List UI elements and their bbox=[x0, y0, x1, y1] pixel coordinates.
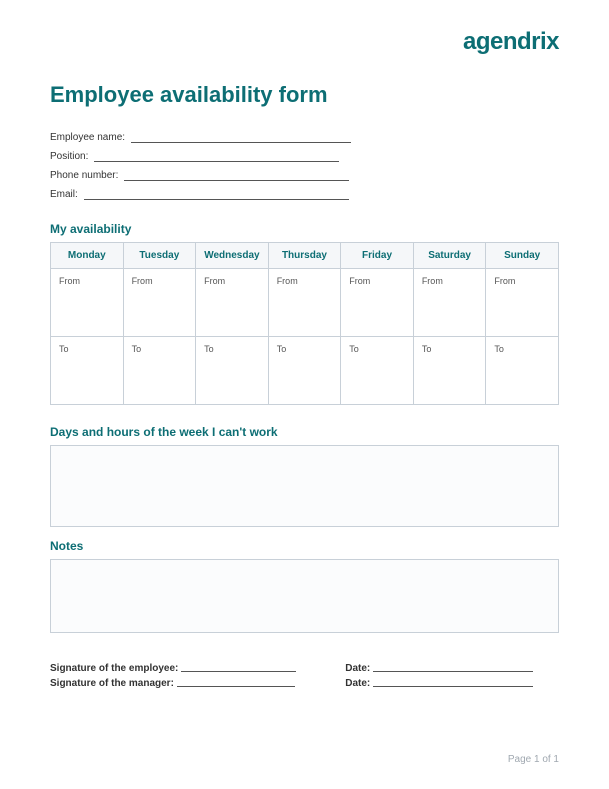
day-header-tuesday: Tuesday bbox=[123, 243, 196, 269]
from-cell[interactable]: From bbox=[413, 269, 486, 337]
employee-name-label: Employee name: bbox=[50, 132, 125, 143]
to-cell[interactable]: To bbox=[196, 337, 269, 405]
date-label-2: Date: bbox=[345, 678, 370, 689]
to-cell[interactable]: To bbox=[341, 337, 414, 405]
form-title: Employee availability form bbox=[50, 82, 559, 108]
from-row: From From From From From From From bbox=[51, 269, 559, 337]
availability-table: Monday Tuesday Wednesday Thursday Friday… bbox=[50, 242, 559, 405]
phone-number-label: Phone number: bbox=[50, 170, 118, 181]
from-cell[interactable]: From bbox=[341, 269, 414, 337]
email-field[interactable]: Email: bbox=[50, 187, 559, 202]
date-field-2[interactable]: Date: bbox=[345, 678, 559, 689]
from-cell[interactable]: From bbox=[268, 269, 341, 337]
employee-name-field[interactable]: Employee name: bbox=[50, 130, 559, 145]
date-field-1[interactable]: Date: bbox=[345, 663, 559, 674]
phone-number-line[interactable] bbox=[124, 180, 349, 181]
cant-work-section-header: Days and hours of the week I can't work bbox=[50, 425, 559, 439]
date-line-2[interactable] bbox=[373, 686, 533, 687]
employee-signature-line[interactable] bbox=[181, 671, 296, 672]
from-cell[interactable]: From bbox=[486, 269, 559, 337]
day-header-wednesday: Wednesday bbox=[196, 243, 269, 269]
manager-signature-label: Signature of the manager: bbox=[50, 678, 174, 689]
employee-signature-label: Signature of the employee: bbox=[50, 663, 178, 674]
day-header-saturday: Saturday bbox=[413, 243, 486, 269]
date-label-1: Date: bbox=[345, 663, 370, 674]
from-cell[interactable]: From bbox=[123, 269, 196, 337]
employee-signature-field[interactable]: Signature of the employee: bbox=[50, 663, 345, 674]
notes-textbox[interactable] bbox=[50, 559, 559, 633]
from-cell[interactable]: From bbox=[51, 269, 124, 337]
from-cell[interactable]: From bbox=[196, 269, 269, 337]
to-cell[interactable]: To bbox=[123, 337, 196, 405]
signature-row-1: Signature of the employee: Date: bbox=[50, 663, 559, 674]
to-cell[interactable]: To bbox=[486, 337, 559, 405]
day-header-monday: Monday bbox=[51, 243, 124, 269]
cant-work-textbox[interactable] bbox=[50, 445, 559, 527]
employee-name-line[interactable] bbox=[131, 142, 351, 143]
signature-row-2: Signature of the manager: Date: bbox=[50, 678, 559, 689]
day-header-sunday: Sunday bbox=[486, 243, 559, 269]
position-line[interactable] bbox=[94, 161, 339, 162]
email-line[interactable] bbox=[84, 199, 349, 200]
position-field[interactable]: Position: bbox=[50, 149, 559, 164]
brand-logo: agendrix bbox=[463, 28, 559, 56]
email-label: Email: bbox=[50, 189, 78, 200]
table-header-row: Monday Tuesday Wednesday Thursday Friday… bbox=[51, 243, 559, 269]
manager-signature-line[interactable] bbox=[177, 686, 295, 687]
day-header-thursday: Thursday bbox=[268, 243, 341, 269]
date-line-1[interactable] bbox=[373, 671, 533, 672]
position-label: Position: bbox=[50, 151, 88, 162]
to-cell[interactable]: To bbox=[268, 337, 341, 405]
availability-section-header: My availability bbox=[50, 222, 559, 236]
to-cell[interactable]: To bbox=[51, 337, 124, 405]
day-header-friday: Friday bbox=[341, 243, 414, 269]
to-cell[interactable]: To bbox=[413, 337, 486, 405]
to-row: To To To To To To To bbox=[51, 337, 559, 405]
page-footer: Page 1 of 1 bbox=[508, 754, 559, 765]
manager-signature-field[interactable]: Signature of the manager: bbox=[50, 678, 345, 689]
notes-section-header: Notes bbox=[50, 539, 559, 553]
phone-number-field[interactable]: Phone number: bbox=[50, 168, 559, 183]
info-fields-block: Employee name: Position: Phone number: E… bbox=[50, 130, 559, 202]
